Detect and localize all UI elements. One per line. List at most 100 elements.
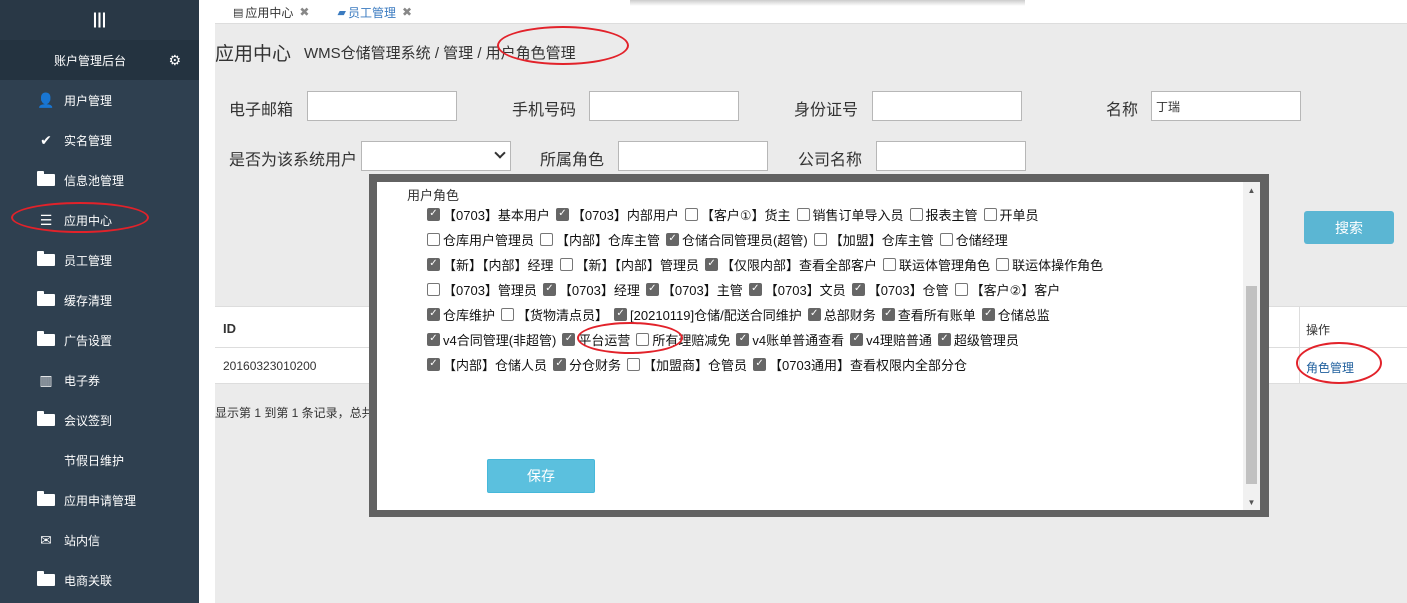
checked-icon[interactable]: ✓ [555, 207, 569, 221]
column-header-id[interactable]: ID [223, 321, 236, 336]
role-checkbox[interactable]: 仓库用户管理员 [427, 230, 534, 249]
role-checkbox[interactable]: 【新】【内部】管理员 [559, 255, 699, 274]
checked-icon[interactable]: ✓ [851, 282, 865, 296]
scroll-up-icon[interactable]: ▲ [1243, 182, 1260, 198]
role-checkbox[interactable]: ✓ v4理赔普通 [850, 330, 932, 349]
unchecked-icon[interactable] [954, 282, 968, 296]
close-icon[interactable]: ✖ [402, 5, 412, 19]
phone-field[interactable] [589, 91, 739, 121]
save-button[interactable]: 保存 [487, 459, 595, 493]
unchecked-icon[interactable] [627, 357, 641, 371]
unchecked-icon[interactable] [427, 282, 440, 296]
checked-icon[interactable]: ✓ [427, 207, 440, 221]
unchecked-icon[interactable] [939, 232, 953, 246]
role-checkbox[interactable]: ✓ v4合同管理(非超管) [427, 330, 556, 349]
role-management-link[interactable]: 角色管理 [1306, 359, 1354, 376]
role-checkbox[interactable]: ✓ [20210119]仓储/配送合同维护 [614, 305, 802, 324]
role-checkbox[interactable]: ✓ 分仓财务 [553, 355, 621, 374]
role-checkbox[interactable]: 【货物清点员】 [501, 305, 608, 324]
role-checkbox[interactable]: ✓ 平台运营 [562, 330, 630, 349]
sidebar-item-7[interactable]: ▥ 电子券 [0, 360, 199, 400]
role-checkbox[interactable]: ✓ v4账单普通查看 [736, 330, 844, 349]
role-checkbox[interactable]: 销售订单导入员 [796, 205, 904, 224]
checked-icon[interactable]: ✓ [881, 307, 895, 321]
role-checkbox[interactable]: ✓ 仓库维护 [427, 305, 495, 324]
sidebar-item-6[interactable]: 广告设置 [0, 320, 199, 360]
unchecked-icon[interactable] [636, 332, 650, 346]
unchecked-icon[interactable] [559, 257, 573, 271]
sidebar-item-10[interactable]: 应用申请管理 [0, 480, 199, 520]
role-field[interactable] [618, 141, 768, 171]
checked-icon[interactable]: ✓ [427, 307, 440, 321]
sidebar-item-1[interactable]: ✔ 实名管理 [0, 120, 199, 160]
checked-icon[interactable]: ✓ [562, 332, 576, 346]
scroll-down-icon[interactable]: ▼ [1243, 494, 1260, 510]
scrollbar-thumb[interactable] [1246, 286, 1257, 484]
checked-icon[interactable]: ✓ [807, 307, 821, 321]
role-checkbox[interactable]: ✓ 【0703通用】查看权限内全部分仓 [753, 355, 967, 374]
search-button[interactable]: 搜索 [1304, 211, 1394, 244]
role-checkbox[interactable]: 开单员 [983, 205, 1039, 224]
checked-icon[interactable]: ✓ [666, 232, 680, 246]
checked-icon[interactable]: ✓ [850, 332, 864, 346]
role-checkbox[interactable]: 报表主管 [909, 205, 978, 224]
sidebar-item-11[interactable]: ✉ 站内信 [0, 520, 199, 560]
menu-toggle-icon[interactable]: ||| [0, 0, 199, 40]
company-field[interactable] [876, 141, 1026, 171]
tab-app-center[interactable]: ▤ 应用中心 ✖ [215, 1, 319, 23]
checked-icon[interactable]: ✓ [614, 307, 628, 321]
is-system-user-select[interactable] [361, 141, 511, 171]
role-checkbox[interactable]: ✓ 【0703】基本用户 [427, 205, 550, 224]
checked-icon[interactable]: ✓ [937, 332, 951, 346]
role-checkbox[interactable]: ✓ 查看所有账单 [881, 305, 976, 324]
role-checkbox[interactable]: 联运体操作角色 [996, 255, 1103, 274]
sidebar-item-5[interactable]: 缓存清理 [0, 280, 199, 320]
checked-icon[interactable]: ✓ [427, 332, 440, 346]
sidebar-item-2[interactable]: 信息池管理 [0, 160, 199, 200]
unchecked-icon[interactable] [501, 307, 515, 321]
email-field[interactable] [307, 91, 457, 121]
role-checkbox[interactable]: 【加盟商】仓管员 [627, 355, 747, 374]
unchecked-icon[interactable] [996, 257, 1010, 271]
unchecked-icon[interactable] [909, 207, 923, 221]
unchecked-icon[interactable] [883, 257, 897, 271]
checked-icon[interactable]: ✓ [736, 332, 750, 346]
role-checkbox[interactable]: ✓ 超级管理员 [937, 330, 1019, 349]
unchecked-icon[interactable] [796, 207, 810, 221]
sidebar-item-4[interactable]: 员工管理 [0, 240, 199, 280]
role-checkbox[interactable]: 仓储经理 [939, 230, 1008, 249]
name-field[interactable] [1151, 91, 1301, 121]
checked-icon[interactable]: ✓ [645, 282, 659, 296]
checked-icon[interactable]: ✓ [553, 357, 567, 371]
checked-icon[interactable]: ✓ [427, 257, 440, 271]
close-icon[interactable]: ✖ [299, 5, 309, 19]
role-checkbox[interactable]: 联运体管理角色 [883, 255, 990, 274]
sidebar-item-12[interactable]: 电商关联 [0, 560, 199, 600]
role-checkbox[interactable]: ✓ 总部财务 [807, 305, 876, 324]
checked-icon[interactable]: ✓ [427, 357, 440, 371]
role-checkbox[interactable]: ✓ 【0703】文员 [748, 280, 846, 299]
role-checkbox[interactable]: 【0703】管理员 [427, 280, 537, 299]
unchecked-icon[interactable] [684, 207, 698, 221]
scrollbar[interactable]: ▲ ▼ [1243, 182, 1260, 510]
role-checkbox[interactable]: ✓ 【仅限内部】查看全部客户 [705, 255, 877, 274]
idcard-field[interactable] [872, 91, 1022, 121]
unchecked-icon[interactable] [983, 207, 997, 221]
role-checkbox[interactable]: 【客户①】货主 [684, 205, 791, 224]
sidebar-item-0[interactable]: 👤 用户管理 [0, 80, 199, 120]
role-checkbox[interactable]: ✓ 【0703】仓管 [851, 280, 949, 299]
role-checkbox[interactable]: ✓ 【0703】内部用户 [555, 205, 679, 224]
role-checkbox[interactable]: 【加盟】仓库主管 [813, 230, 934, 249]
tab-staff-management[interactable]: ▰ 员工管理 ✖ [319, 1, 422, 23]
role-checkbox[interactable]: 所有理赔减免 [636, 330, 730, 349]
unchecked-icon[interactable] [427, 232, 440, 246]
role-checkbox[interactable]: ✓ 【新】【内部】经理 [427, 255, 554, 274]
checked-icon[interactable]: ✓ [748, 282, 762, 296]
checked-icon[interactable]: ✓ [753, 357, 767, 371]
unchecked-icon[interactable] [813, 232, 827, 246]
sidebar-item-8[interactable]: 会议签到 [0, 400, 199, 440]
gear-icon[interactable]: ⚙ [168, 52, 181, 69]
role-checkbox[interactable]: 【内部】仓库主管 [540, 230, 660, 249]
role-checkbox[interactable]: ✓ 【0703】经理 [542, 280, 640, 299]
role-checkbox[interactable]: ✓ 【内部】仓储人员 [427, 355, 547, 374]
